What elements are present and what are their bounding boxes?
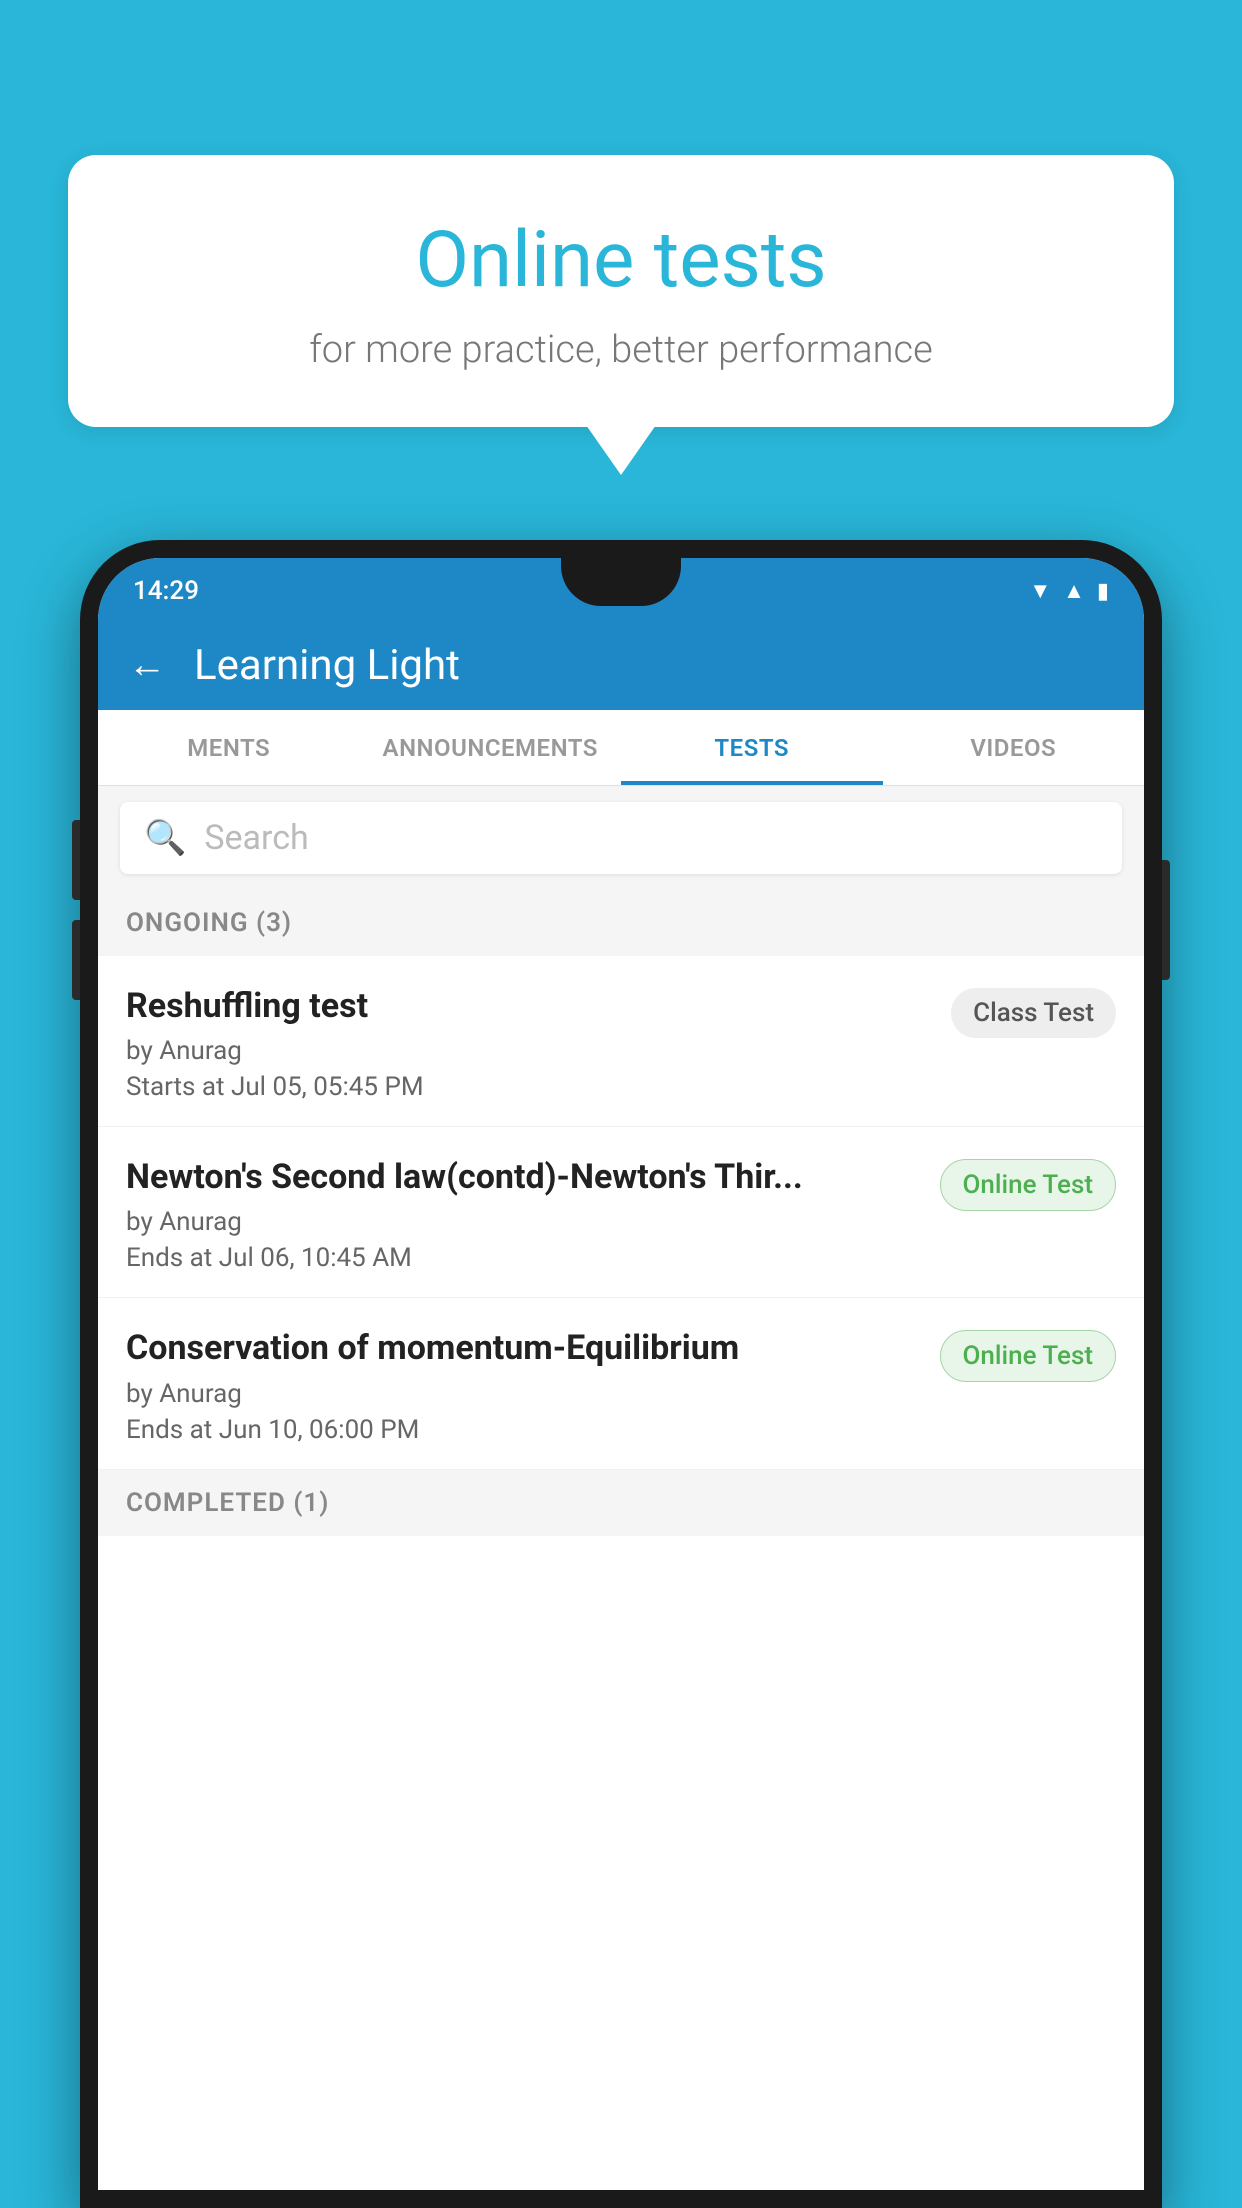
back-button[interactable]: ← xyxy=(128,643,166,687)
test-item-date: Ends at Jul 06, 10:45 AM xyxy=(126,1243,920,1273)
status-bar: 14:29 ▼ ▲ ▮ xyxy=(98,558,1144,620)
test-item-author: by Anurag xyxy=(126,1379,920,1409)
tab-videos[interactable]: VIDEOS xyxy=(883,710,1145,785)
wifi-icon: ▼ xyxy=(1029,578,1051,604)
tab-ments[interactable]: MENTS xyxy=(98,710,360,785)
test-item-content: Newton's Second law(contd)-Newton's Thir… xyxy=(126,1155,940,1273)
completed-section-label: COMPLETED (1) xyxy=(98,1470,1144,1536)
test-item-content: Reshuffling test by Anurag Starts at Jul… xyxy=(126,984,951,1102)
test-badge-online-2: Online Test xyxy=(940,1330,1117,1382)
volume-up-button[interactable] xyxy=(72,820,80,900)
battery-icon: ▮ xyxy=(1097,579,1109,604)
test-item-author: by Anurag xyxy=(126,1207,920,1237)
test-badge-class: Class Test xyxy=(951,988,1116,1038)
tab-announcements[interactable]: ANNOUNCEMENTS xyxy=(360,710,622,785)
test-item[interactable]: Newton's Second law(contd)-Newton's Thir… xyxy=(98,1127,1144,1298)
test-item-author: by Anurag xyxy=(126,1036,931,1066)
test-item-name: Reshuffling test xyxy=(126,984,931,1028)
power-button[interactable] xyxy=(1162,860,1170,980)
app-title: Learning Light xyxy=(194,641,460,690)
bubble-title: Online tests xyxy=(118,215,1124,306)
test-item-date: Starts at Jul 05, 05:45 PM xyxy=(126,1072,931,1102)
search-icon: 🔍 xyxy=(144,818,186,858)
phone-frame: 14:29 ▼ ▲ ▮ ← Learning Light MENTS ANNOU… xyxy=(80,540,1162,2208)
test-item-name: Conservation of momentum-Equilibrium xyxy=(126,1326,920,1370)
test-list: Reshuffling test by Anurag Starts at Jul… xyxy=(98,956,1144,2190)
test-item[interactable]: Reshuffling test by Anurag Starts at Jul… xyxy=(98,956,1144,1127)
test-item[interactable]: Conservation of momentum-Equilibrium by … xyxy=(98,1298,1144,1469)
test-item-content: Conservation of momentum-Equilibrium by … xyxy=(126,1326,940,1444)
bubble-subtitle: for more practice, better performance xyxy=(118,328,1124,372)
volume-down-button[interactable] xyxy=(72,920,80,1000)
ongoing-section-label: ONGOING (3) xyxy=(98,890,1144,956)
search-input[interactable]: Search xyxy=(204,818,308,858)
status-icons: ▼ ▲ ▮ xyxy=(1029,578,1109,604)
test-item-date: Ends at Jun 10, 06:00 PM xyxy=(126,1415,920,1445)
tabs-bar: MENTS ANNOUNCEMENTS TESTS VIDEOS xyxy=(98,710,1144,786)
tab-tests[interactable]: TESTS xyxy=(621,710,883,785)
search-bar[interactable]: 🔍 Search xyxy=(120,802,1122,874)
phone-screen: 14:29 ▼ ▲ ▮ ← Learning Light MENTS ANNOU… xyxy=(98,558,1144,2190)
test-item-name: Newton's Second law(contd)-Newton's Thir… xyxy=(126,1155,920,1199)
signal-icon: ▲ xyxy=(1063,578,1085,604)
app-bar: ← Learning Light xyxy=(98,620,1144,710)
search-container: 🔍 Search xyxy=(98,786,1144,890)
status-time: 14:29 xyxy=(133,576,199,606)
test-badge-online: Online Test xyxy=(940,1159,1117,1211)
notch xyxy=(561,558,681,606)
speech-bubble: Online tests for more practice, better p… xyxy=(68,155,1174,427)
